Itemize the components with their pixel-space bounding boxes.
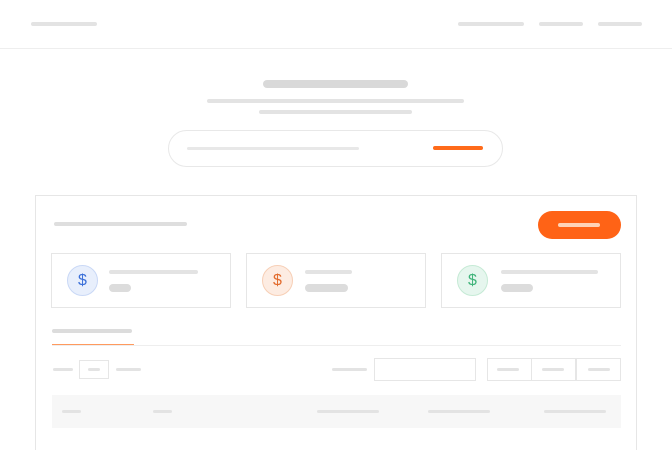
- stat-card-1-label: [109, 270, 198, 274]
- create-button[interactable]: [538, 211, 621, 239]
- filter-input[interactable]: [374, 358, 476, 381]
- table-column-header[interactable]: [428, 410, 490, 413]
- page-size-label: [53, 368, 73, 371]
- segment-button-3-label: [588, 368, 610, 371]
- segment-button-2-label: [542, 368, 564, 371]
- page-size-value: [88, 368, 100, 371]
- table-column-header[interactable]: [544, 410, 606, 413]
- create-button-label: [558, 223, 600, 227]
- stat-card-3-label: [501, 270, 598, 274]
- nav-link-1[interactable]: [458, 22, 524, 26]
- dollar-icon: $: [67, 265, 98, 296]
- nav-link-3[interactable]: [598, 22, 642, 26]
- hero-title: [263, 80, 408, 88]
- stat-card-3-value: [501, 284, 533, 292]
- entries-label: [116, 368, 141, 371]
- logo-placeholder[interactable]: [31, 22, 97, 26]
- stat-card-2-label: [305, 270, 352, 274]
- stat-card-1-value: [109, 284, 131, 292]
- page: $ $ $: [0, 0, 672, 450]
- panel-title: [54, 222, 187, 226]
- tab-active-underline: [52, 344, 134, 345]
- search-input[interactable]: [187, 147, 359, 150]
- search-button[interactable]: [433, 146, 483, 150]
- table-column-header[interactable]: [153, 410, 172, 413]
- stat-card-2[interactable]: $: [246, 253, 426, 308]
- tab-active[interactable]: [52, 329, 132, 333]
- stat-card-3[interactable]: $: [441, 253, 621, 308]
- stat-card-2-value: [305, 284, 348, 292]
- dollar-icon: $: [262, 265, 293, 296]
- nav-link-2[interactable]: [539, 22, 583, 26]
- tab-divider: [52, 345, 621, 346]
- dollar-icon: $: [457, 265, 488, 296]
- filter-label: [332, 368, 367, 371]
- segment-button-1-label: [497, 368, 519, 371]
- stat-card-1[interactable]: $: [51, 253, 231, 308]
- table-column-header[interactable]: [317, 410, 379, 413]
- hero-subtitle-line-1: [207, 99, 464, 103]
- hero-subtitle-line-2: [259, 110, 412, 114]
- table-column-header[interactable]: [62, 410, 81, 413]
